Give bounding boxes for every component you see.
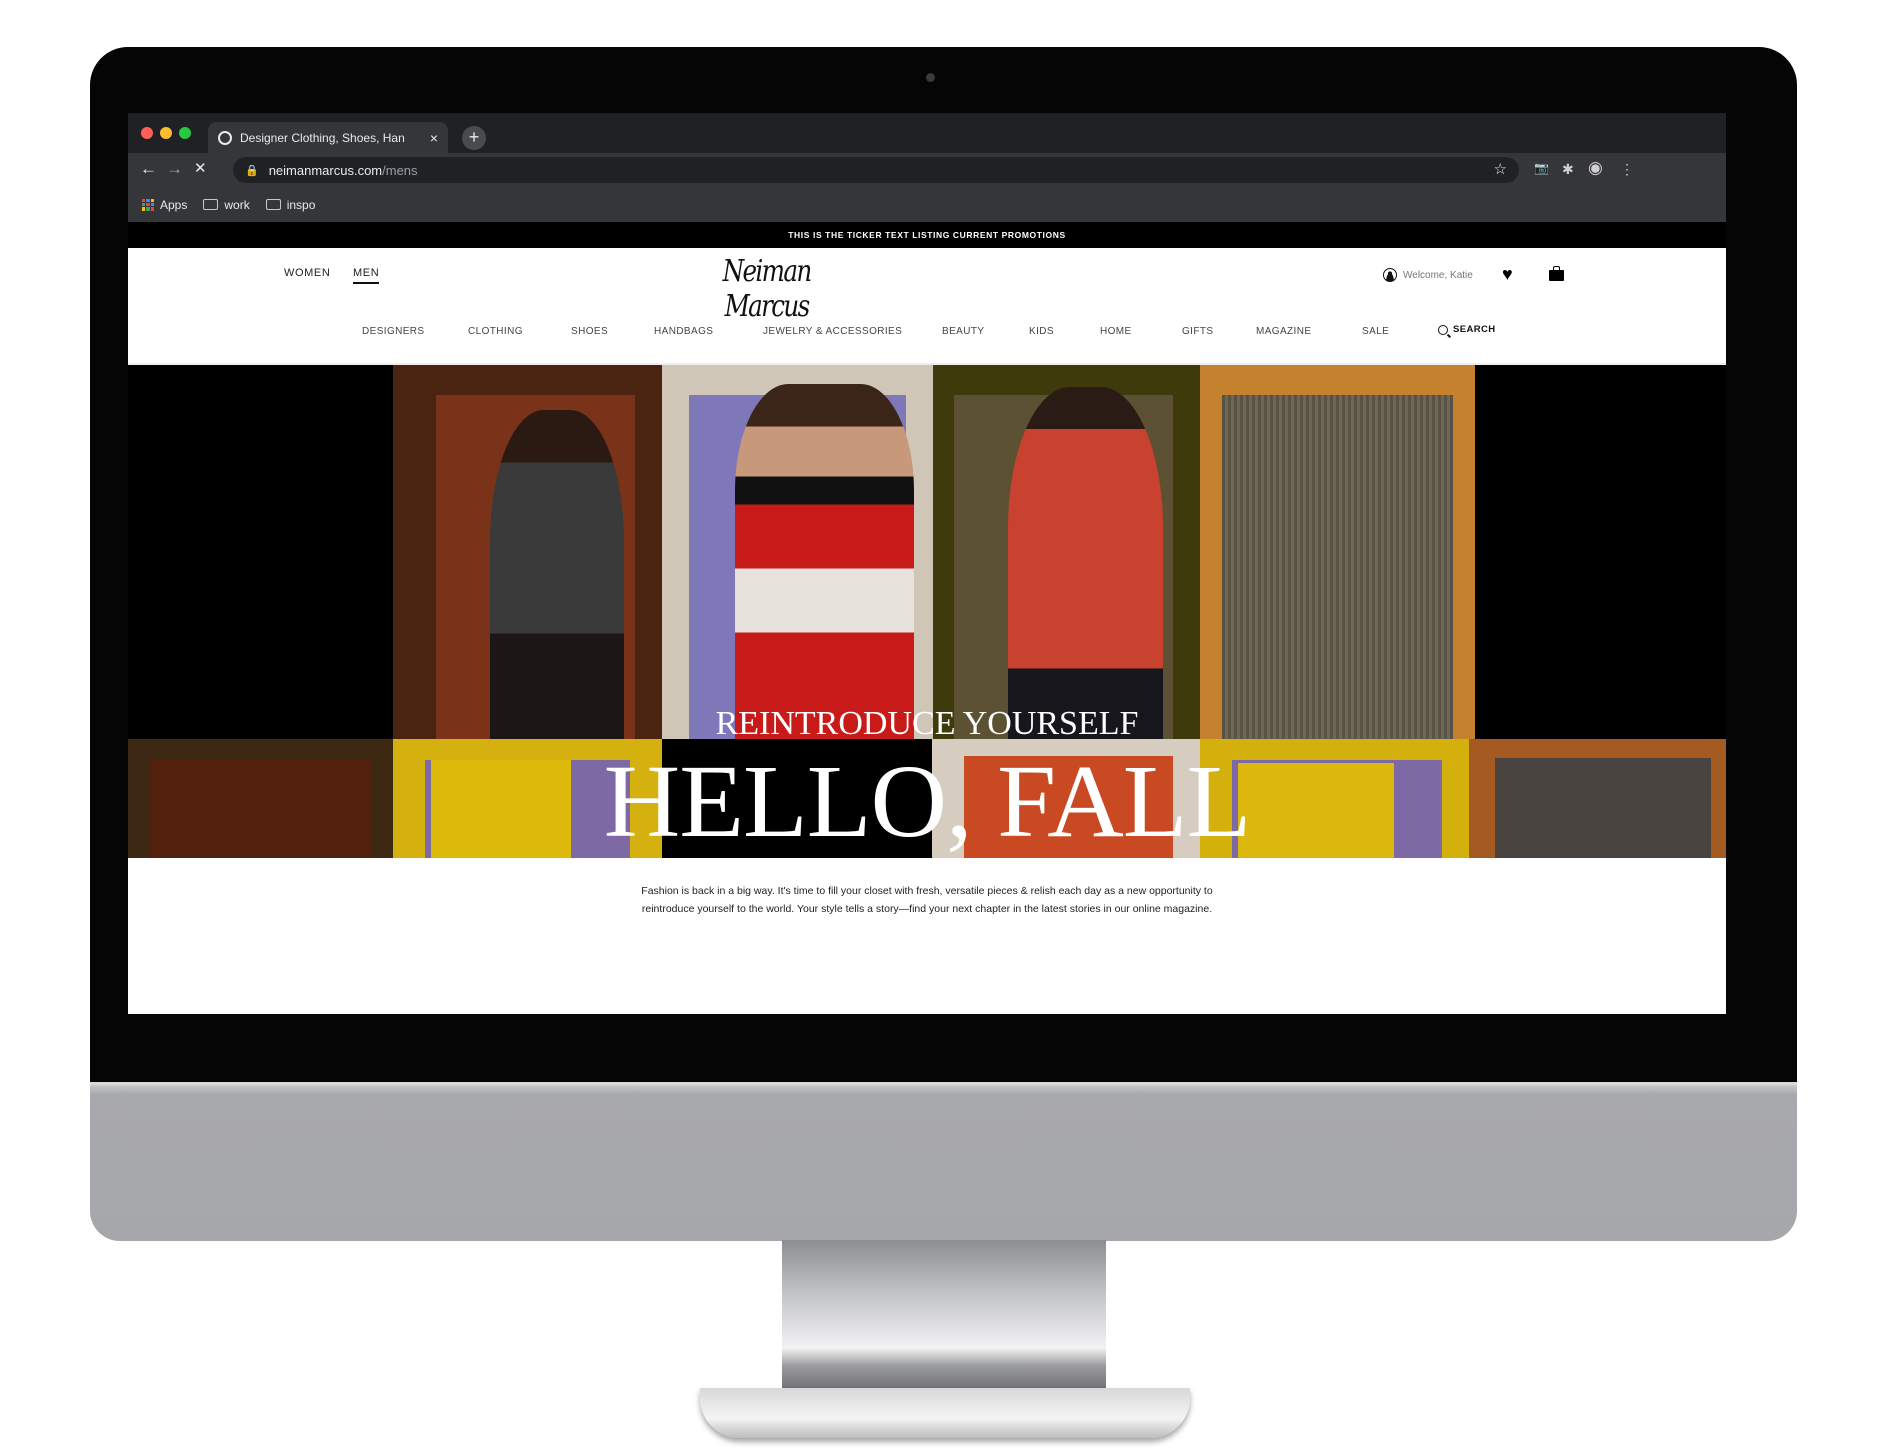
url-host: neimanmarcus.com: [268, 162, 383, 178]
hero-panel-top-6: [1475, 365, 1726, 739]
hero-panel-top-4: [933, 365, 1200, 739]
user-icon: [1383, 268, 1397, 282]
nav-men[interactable]: MEN: [353, 267, 380, 284]
neiman-marcus-logo[interactable]: Neiman Marcus: [701, 254, 832, 324]
profile-avatar-icon[interactable]: ◉: [1588, 158, 1603, 178]
category-designers[interactable]: DESIGNERS: [362, 326, 425, 337]
address-bar[interactable]: 🔒 neimanmarcus.com /mens ☆: [233, 157, 1519, 183]
category-shoes[interactable]: SHOES: [571, 326, 608, 337]
hero-banner[interactable]: REINTRODUCE YOURSELF HELLO, FALL: [128, 365, 1726, 858]
browser-tab[interactable]: Designer Clothing, Shoes, Han ×: [208, 122, 448, 153]
maximize-window-button[interactable]: [179, 127, 191, 139]
url-path: /mens: [382, 162, 418, 178]
stop-loading-icon[interactable]: ✕: [194, 159, 207, 179]
hero-panel-top-5: [1200, 365, 1475, 739]
web-page: THIS IS THE TICKER TEXT LISTING CURRENT …: [128, 222, 1726, 1014]
forward-arrow-icon[interactable]: →: [166, 159, 183, 179]
minimize-window-button[interactable]: [160, 127, 172, 139]
bookmark-work[interactable]: work: [203, 197, 250, 212]
category-nav: DESIGNERS CLOTHING SHOES HANDBAGS JEWELR…: [128, 324, 1726, 346]
tab-title: Designer Clothing, Shoes, Han: [240, 130, 405, 145]
window-controls: [141, 127, 191, 139]
intro-line-2: reintroduce yourself to the world. Your …: [641, 903, 1213, 915]
webcam: [926, 73, 935, 82]
bookmark-label: inspo: [286, 197, 316, 212]
hero-kicker: REINTRODUCE YOURSELF: [715, 705, 1139, 742]
bookmarks-bar: Apps work inspo: [128, 187, 1726, 222]
category-kids[interactable]: KIDS: [1029, 326, 1054, 337]
category-beauty[interactable]: BEAUTY: [942, 326, 984, 337]
promo-ticker[interactable]: THIS IS THE TICKER TEXT LISTING CURRENT …: [128, 222, 1726, 248]
browser-tab-bar: Designer Clothing, Shoes, Han × +: [128, 113, 1726, 153]
hero-panel-top-2: [393, 365, 662, 739]
hero-panel-top-3: [662, 365, 933, 739]
search-icon: [1438, 324, 1448, 335]
camera-extension-icon[interactable]: 📷: [1534, 161, 1549, 175]
category-jewelry-accessories[interactable]: JEWELRY & ACCESSORIES: [763, 326, 902, 337]
bookmark-inspo[interactable]: inspo: [265, 197, 316, 212]
category-home[interactable]: HOME: [1100, 326, 1132, 337]
hero-panel-top-1: [128, 365, 393, 739]
monitor-stand-base: [700, 1388, 1190, 1438]
bookmark-label: work: [224, 197, 250, 212]
site-header: WOMEN MEN Neiman Marcus Welcome, Katie ♥…: [128, 248, 1726, 365]
monitor-chin: [90, 1082, 1797, 1241]
monitor-stand-neck: [782, 1240, 1106, 1390]
apps-grid-icon: [142, 198, 154, 211]
bookmark-star-icon[interactable]: ☆: [1494, 160, 1507, 178]
bookmark-label: Apps: [160, 197, 188, 212]
folder-icon: [203, 199, 219, 210]
browser-menu-icon[interactable]: ⋮: [1620, 161, 1634, 178]
extensions-puzzle-icon[interactable]: ✱: [1562, 161, 1574, 178]
category-magazine[interactable]: MAGAZINE: [1256, 326, 1311, 337]
nav-women[interactable]: WOMEN: [284, 267, 330, 279]
close-tab-icon[interactable]: ×: [430, 130, 438, 146]
back-arrow-icon[interactable]: ←: [140, 159, 157, 179]
browser-toolbar: ← → ✕ 🔒 neimanmarcus.com /mens ☆ 📷 ✱ ◉ ⋮: [128, 153, 1726, 187]
search-label: SEARCH: [1453, 324, 1496, 335]
account-menu[interactable]: Welcome, Katie: [1383, 268, 1473, 282]
loading-favicon-icon: [218, 130, 232, 145]
category-sale[interactable]: SALE: [1362, 326, 1389, 337]
new-tab-button[interactable]: +: [462, 126, 486, 150]
search-button[interactable]: SEARCH: [1438, 324, 1496, 335]
shopping-bag-icon[interactable]: [1549, 266, 1564, 281]
hero-headline: HELLO, FALL: [603, 744, 1252, 858]
heart-wishlist-icon[interactable]: ♥: [1502, 264, 1513, 285]
lock-icon: 🔒: [245, 164, 259, 177]
category-handbags[interactable]: HANDBAGS: [654, 326, 713, 337]
category-gifts[interactable]: GIFTS: [1182, 326, 1213, 337]
intro-copy: Fashion is back in a big way. It's time …: [128, 882, 1726, 918]
folder-icon: [265, 199, 281, 210]
screen: Designer Clothing, Shoes, Han × + ← → ✕ …: [128, 113, 1726, 1014]
intro-line-1: Fashion is back in a big way. It's time …: [641, 885, 1213, 897]
bookmark-apps[interactable]: Apps: [142, 198, 187, 212]
category-clothing[interactable]: CLOTHING: [468, 326, 523, 337]
welcome-text: Welcome, Katie: [1403, 269, 1473, 281]
close-window-button[interactable]: [141, 127, 153, 139]
